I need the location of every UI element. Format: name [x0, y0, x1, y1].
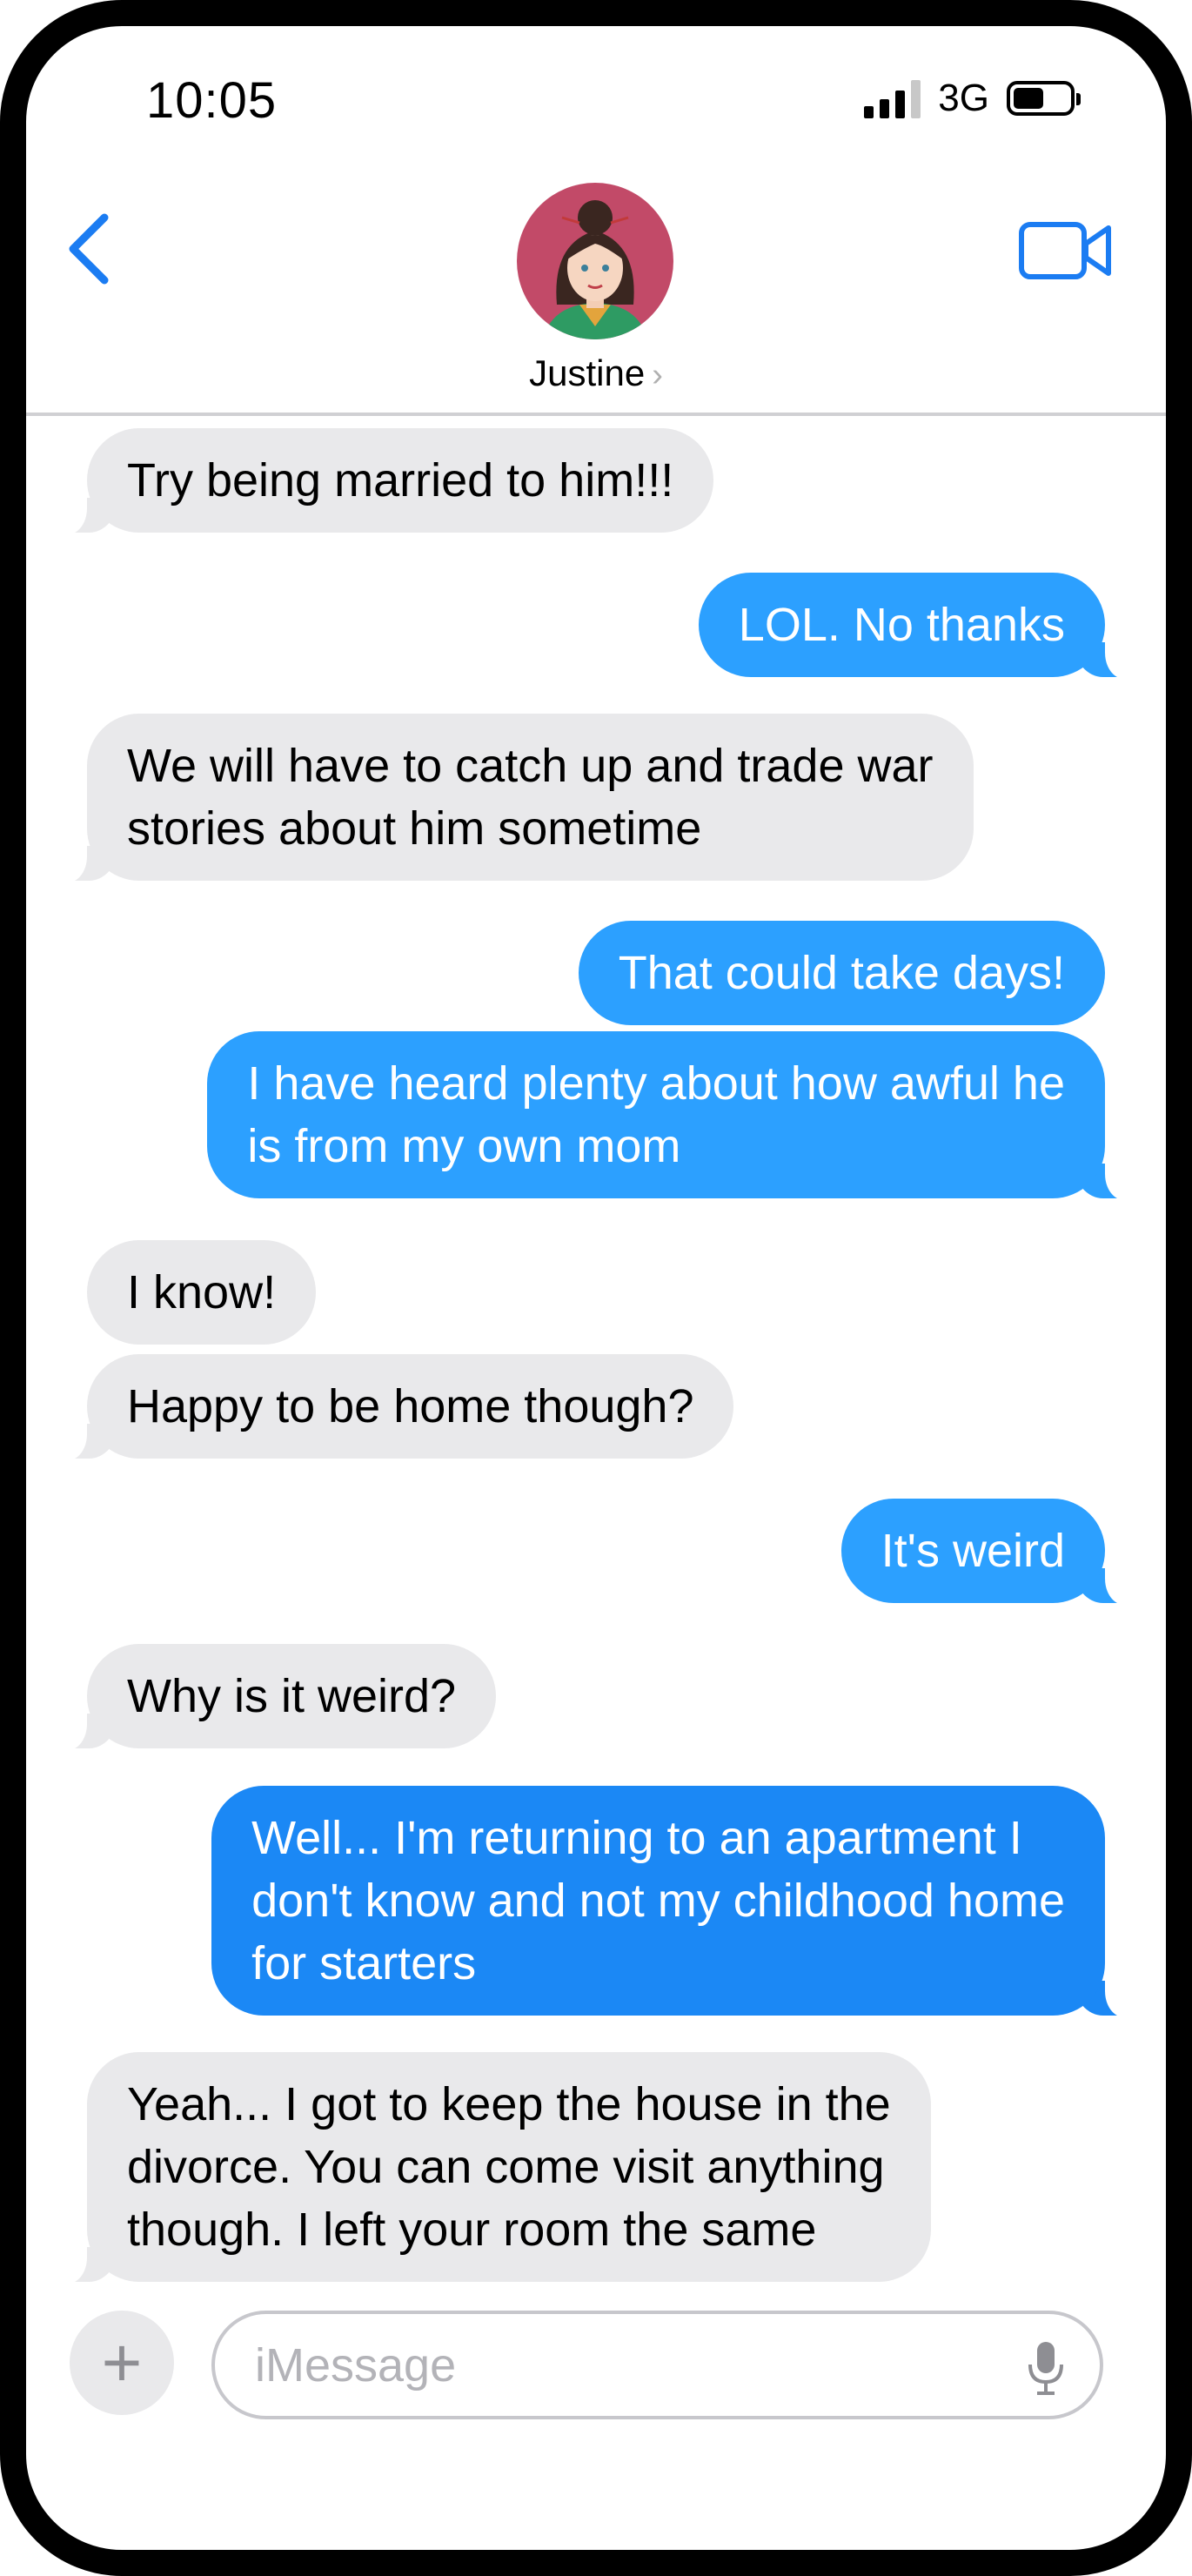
message-bubble-incoming[interactable]: I know! [87, 1240, 317, 1345]
message-bubble-incoming[interactable]: Why is it weird? [53, 1644, 497, 1750]
message-bubble-outgoing[interactable]: Well... I'm returning to an apartment I … [211, 1786, 1138, 2017]
imessage-input-container[interactable] [211, 2311, 1103, 2419]
message-bubble-incoming[interactable]: Try being married to him!!! [53, 428, 714, 534]
message-bubble-outgoing[interactable]: It's weird [840, 1499, 1139, 1605]
apps-plus-button[interactable]: + [70, 2311, 174, 2415]
message-bubble-outgoing[interactable]: I have heard plenty about how awful he i… [207, 1031, 1138, 1200]
message-bubble-incoming[interactable]: Yeah... I got to keep the house in the d… [54, 2052, 931, 2284]
message-bubble-incoming[interactable]: Happy to be home though? [53, 1354, 734, 1460]
message-bubble-incoming[interactable]: We will have to catch up and trade war s… [54, 714, 974, 882]
microphone-icon[interactable] [1027, 2340, 1065, 2396]
imessage-input[interactable] [253, 2333, 953, 2398]
message-bubble-outgoing[interactable]: LOL. No thanks [698, 573, 1139, 679]
message-bubble-outgoing[interactable]: That could take days! [578, 921, 1105, 1025]
message-thread: Try being married to him!!! LOL. No than… [0, 0, 1192, 2576]
plus-icon: + [101, 2324, 143, 2401]
